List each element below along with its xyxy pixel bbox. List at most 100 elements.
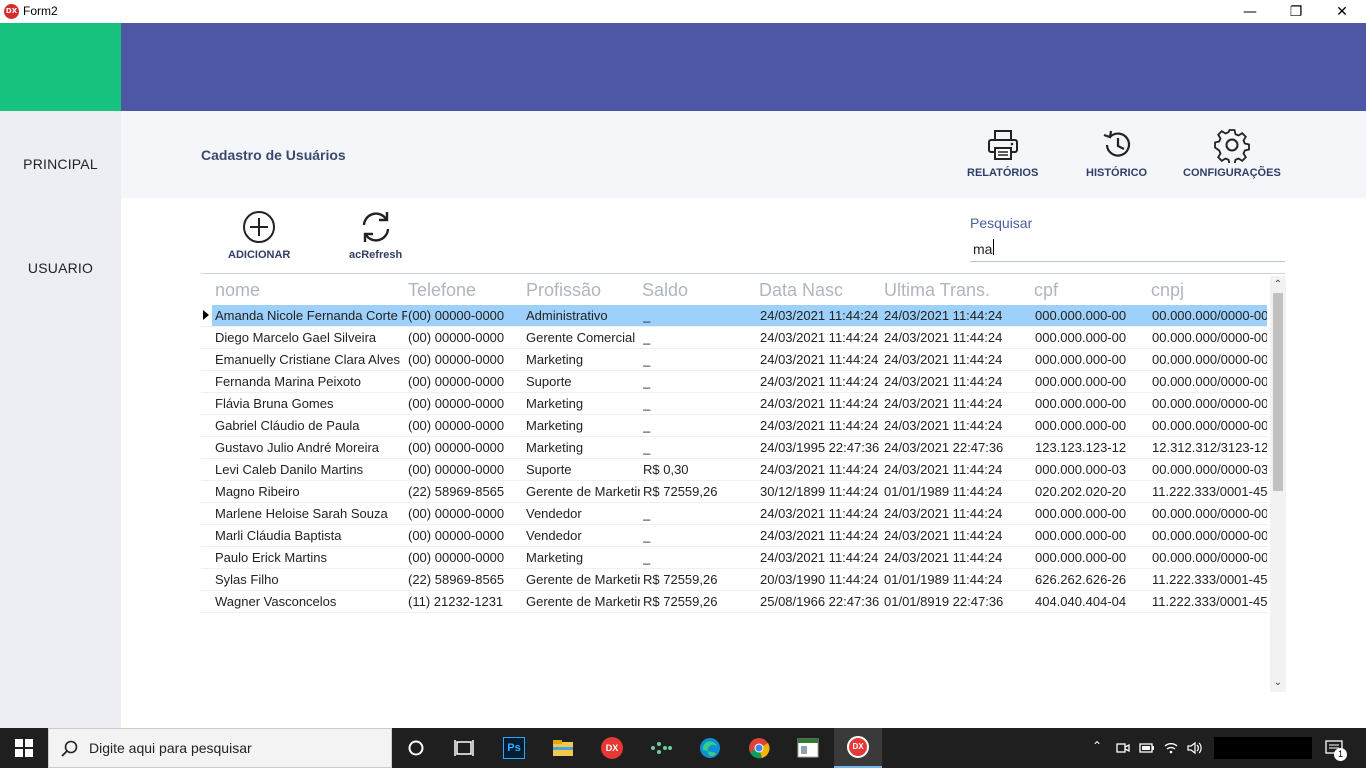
cell-telefone[interactable]: (00) 00000-0000	[408, 550, 524, 565]
column-header-data-nasc[interactable]: Data Nasc	[759, 280, 843, 301]
cell-data-nasc[interactable]: 30/12/1899 11:44:24	[760, 484, 883, 499]
cell-data-nasc[interactable]: 24/03/2021 11:44:24	[760, 374, 883, 389]
cell-cnpj[interactable]: 00.000.000/0000-00	[1152, 506, 1267, 521]
table-row[interactable]: Amanda Nicole Fernanda Corte Real (00) 00…	[201, 305, 1269, 327]
cell-data-nasc[interactable]: 24/03/1995 22:47:36	[760, 440, 883, 455]
cell-data-nasc[interactable]: 24/03/2021 11:44:24	[760, 462, 883, 477]
cell-telefone[interactable]: (00) 00000-0000	[408, 462, 524, 477]
cell-telefone[interactable]: (00) 00000-0000	[408, 440, 524, 455]
cell-saldo[interactable]: _	[643, 330, 758, 345]
close-button[interactable]: ✕	[1319, 0, 1365, 23]
cell-nome[interactable]: Flávia Bruna Gomes	[215, 396, 407, 411]
column-header-saldo[interactable]: Saldo	[642, 280, 688, 301]
cell-profissao[interactable]: Gerente de Marketing	[526, 572, 640, 587]
cell-ultima-trans[interactable]: 01/01/8919 22:47:36	[884, 594, 1032, 609]
cell-cpf[interactable]: 000.000.000-00	[1035, 374, 1151, 389]
cell-saldo[interactable]: R$ 72559,26	[643, 594, 758, 609]
taskbar-search-box[interactable]: Digite aqui para pesquisar	[48, 728, 392, 768]
table-row[interactable]: Emanuelly Cristiane Clara Alves (00) 0000…	[201, 349, 1269, 371]
cell-telefone[interactable]: (11) 21232-1231	[408, 594, 524, 609]
cell-saldo[interactable]: _	[643, 528, 758, 543]
table-row[interactable]: Diego Marcelo Gael Silveira (00) 00000-00…	[201, 327, 1269, 349]
table-row[interactable]: Magno Ribeiro (22) 58969-8565 Gerente de M…	[201, 481, 1269, 503]
cell-profissao[interactable]: Suporte	[526, 462, 640, 477]
cell-data-nasc[interactable]: 24/03/2021 11:44:24	[760, 352, 883, 367]
cell-ultima-trans[interactable]: 24/03/2021 11:44:24	[884, 528, 1032, 543]
cell-cnpj[interactable]: 12.312.312/3123-12	[1152, 440, 1267, 455]
cell-ultima-trans[interactable]: 24/03/2021 11:44:24	[884, 396, 1032, 411]
cell-saldo[interactable]: R$ 0,30	[643, 462, 758, 477]
cell-nome[interactable]: Gabriel Cláudio de Paula	[215, 418, 407, 433]
cell-telefone[interactable]: (00) 00000-0000	[408, 308, 524, 323]
cell-profissao[interactable]: Suporte	[526, 374, 640, 389]
cell-saldo[interactable]: _	[643, 308, 758, 323]
windows-start-icon[interactable]	[0, 728, 48, 768]
cell-saldo[interactable]: _	[643, 550, 758, 565]
cell-data-nasc[interactable]: 20/03/1990 11:44:24	[760, 572, 883, 587]
cell-profissao[interactable]: Marketing	[526, 418, 640, 433]
table-row[interactable]: Paulo Erick Martins (00) 00000-0000 Market…	[201, 547, 1269, 569]
cell-nome[interactable]: Magno Ribeiro	[215, 484, 407, 499]
column-header-cpf[interactable]: cpf	[1034, 280, 1058, 301]
cell-cpf[interactable]: 000.000.000-00	[1035, 352, 1151, 367]
table-row[interactable]: Flávia Bruna Gomes (00) 00000-0000 Marketi…	[201, 393, 1269, 415]
cell-saldo[interactable]: _	[643, 352, 758, 367]
cell-ultima-trans[interactable]: 24/03/2021 11:44:24	[884, 418, 1032, 433]
cell-data-nasc[interactable]: 24/03/2021 11:44:24	[760, 330, 883, 345]
cell-cpf[interactable]: 000.000.000-00	[1035, 330, 1151, 345]
cortana-icon[interactable]	[392, 728, 440, 768]
cell-nome[interactable]: Amanda Nicole Fernanda Corte Real	[215, 308, 407, 323]
cell-nome[interactable]: Diego Marcelo Gael Silveira	[215, 330, 407, 345]
cell-saldo[interactable]: R$ 72559,26	[643, 484, 758, 499]
cell-ultima-trans[interactable]: 24/03/2021 11:44:24	[884, 374, 1032, 389]
users-grid[interactable]: nome Telefone Profissão Saldo Data Nasc …	[201, 276, 1286, 692]
photoshop-icon[interactable]: Ps	[490, 728, 538, 768]
cell-cnpj[interactable]: 00.000.000/0000-00	[1152, 396, 1267, 411]
sidebar-item-usuario[interactable]: USUARIO	[0, 260, 121, 276]
maximize-button[interactable]: ❐	[1273, 0, 1319, 23]
cell-cpf[interactable]: 404.040.404-04	[1035, 594, 1151, 609]
battery-icon[interactable]	[1139, 742, 1155, 754]
cell-cpf[interactable]: 000.000.000-00	[1035, 550, 1151, 565]
cell-nome[interactable]: Wagner Vasconcelos	[215, 594, 407, 609]
table-row[interactable]: Marli Cláudia Baptista (00) 00000-0000 Ven…	[201, 525, 1269, 547]
cell-ultima-trans[interactable]: 24/03/2021 11:44:24	[884, 308, 1032, 323]
scroll-up-arrow-icon[interactable]: ⌃	[1270, 278, 1286, 292]
cell-cnpj[interactable]: 00.000.000/0000-00	[1152, 418, 1267, 433]
cell-profissao[interactable]: Gerente de Marketing	[526, 484, 640, 499]
cell-profissao[interactable]: Vendedor	[526, 506, 640, 521]
cell-telefone[interactable]: (00) 00000-0000	[408, 330, 524, 345]
cell-ultima-trans[interactable]: 24/03/2021 11:44:24	[884, 462, 1032, 477]
task-view-icon[interactable]	[440, 728, 488, 768]
cell-ultima-trans[interactable]: 24/03/2021 11:44:24	[884, 550, 1032, 565]
cell-profissao[interactable]: Administrativo	[526, 308, 640, 323]
add-button[interactable]: ADICIONAR	[228, 209, 290, 261]
dev-tool-icon[interactable]	[637, 728, 685, 768]
cell-saldo[interactable]: _	[643, 506, 758, 521]
cell-data-nasc[interactable]: 24/03/2021 11:44:24	[760, 308, 883, 323]
cell-cpf[interactable]: 000.000.000-03	[1035, 462, 1151, 477]
cell-ultima-trans[interactable]: 24/03/2021 11:44:24	[884, 352, 1032, 367]
cell-nome[interactable]: Sylas Filho	[215, 572, 407, 587]
column-header-profissao[interactable]: Profissão	[526, 280, 601, 301]
column-header-ultima-trans[interactable]: Ultima Trans.	[884, 280, 990, 301]
cell-cnpj[interactable]: 00.000.000/0000-00	[1152, 352, 1267, 367]
cell-cnpj[interactable]: 11.222.333/0001-45	[1152, 594, 1267, 609]
column-header-cnpj[interactable]: cnpj	[1151, 280, 1184, 301]
cell-data-nasc[interactable]: 24/03/2021 11:44:24	[760, 418, 883, 433]
cell-data-nasc[interactable]: 24/03/2021 11:44:24	[760, 528, 883, 543]
volume-icon[interactable]	[1187, 741, 1203, 755]
table-row[interactable]: Gabriel Cláudio de Paula (00) 00000-0000 M…	[201, 415, 1269, 437]
cell-profissao[interactable]: Marketing	[526, 396, 640, 411]
cell-ultima-trans[interactable]: 24/03/2021 11:44:24	[884, 330, 1032, 345]
table-row[interactable]: Marlene Heloise Sarah Souza (00) 00000-00…	[201, 503, 1269, 525]
meet-now-icon[interactable]	[1116, 741, 1130, 755]
cell-profissao[interactable]: Marketing	[526, 440, 640, 455]
cell-ultima-trans[interactable]: 01/01/1989 11:44:24	[884, 484, 1032, 499]
cell-nome[interactable]: Gustavo Julio André Moreira	[215, 440, 407, 455]
cell-saldo[interactable]: R$ 72559,26	[643, 572, 758, 587]
cell-cnpj[interactable]: 00.000.000/0000-03	[1152, 462, 1267, 477]
search-input[interactable]	[970, 236, 1285, 262]
cell-cpf[interactable]: 626.262.626-26	[1035, 572, 1151, 587]
cell-profissao[interactable]: Marketing	[526, 550, 640, 565]
